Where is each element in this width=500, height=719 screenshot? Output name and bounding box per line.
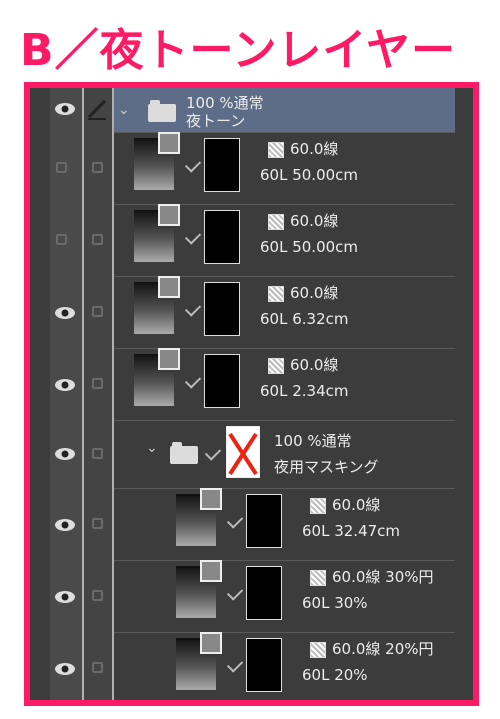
lock-toggle[interactable] <box>92 378 103 389</box>
tone-icon <box>310 498 326 514</box>
layer-info: 60L 50.00cm <box>260 166 359 184</box>
visibility-toggle[interactable] <box>56 162 67 173</box>
layer-row[interactable]: 60.0線 60L 6.32cm <box>114 276 455 349</box>
layer-info: 60L 30% <box>302 594 368 612</box>
page-title: B／夜トーンレイヤー <box>20 25 457 76</box>
layer-thumbnail <box>176 632 222 690</box>
chevron-down-icon[interactable]: ⌄ <box>118 102 130 118</box>
check-icon <box>226 656 244 673</box>
lock-toggle[interactable] <box>92 234 103 245</box>
eye-icon[interactable] <box>54 662 76 676</box>
layer-info: 60L 20% <box>302 666 368 684</box>
layer-tone: 60.0線 <box>332 496 381 514</box>
tone-icon <box>310 642 326 658</box>
lock-toggle[interactable] <box>92 448 103 459</box>
layer-thumbnail <box>176 488 222 546</box>
lock-toggle[interactable] <box>92 162 103 173</box>
layer-mask-thumbnail <box>204 354 240 408</box>
layer-row[interactable]: 60.0線 60L 50.00cm <box>114 132 455 205</box>
eye-icon[interactable] <box>54 518 76 532</box>
layer-tone: 60.0線 <box>290 356 339 374</box>
subfolder-mode: 100 %通常 <box>274 432 352 450</box>
check-icon <box>184 300 202 317</box>
cross-icon <box>226 426 260 478</box>
check-icon <box>226 512 244 529</box>
eye-icon[interactable] <box>54 306 76 320</box>
visibility-column <box>50 88 84 700</box>
subfolder-name: 夜用マスキング <box>274 458 379 476</box>
tone-icon <box>268 142 284 158</box>
layer-tone: 60.0線 <box>290 212 339 230</box>
lock-toggle[interactable] <box>92 306 103 317</box>
layer-row[interactable]: 60.0線 60L 32.47cm <box>114 488 455 561</box>
layer-mask-thumbnail <box>246 638 282 692</box>
tone-icon <box>310 570 326 586</box>
check-icon <box>204 444 222 461</box>
eye-icon[interactable] <box>54 590 76 604</box>
eye-icon[interactable] <box>54 447 76 461</box>
layer-row[interactable]: 60.0線 20%円 60L 20% <box>114 632 455 700</box>
layer-mask-thumbnail <box>246 566 282 620</box>
layer-row[interactable]: 60.0線 30%円 60L 30% <box>114 560 455 633</box>
chevron-down-icon[interactable]: ⌄ <box>146 440 158 456</box>
layer-info: 60L 6.32cm <box>260 310 349 328</box>
tone-icon <box>268 286 284 302</box>
check-icon <box>184 228 202 245</box>
layer-row[interactable]: 60.0線 60L 2.34cm <box>114 348 455 421</box>
layer-panel: ⌄ 100 %通常 夜トーン ⌄ 100 %通常 夜用マスキング 60.0線 60… <box>24 82 479 706</box>
layer-info: 60L 32.47cm <box>302 522 401 540</box>
tone-icon <box>268 358 284 374</box>
subfolder-row[interactable]: ⌄ 100 %通常 夜用マスキング <box>114 420 455 489</box>
layer-mask-thumbnail <box>204 138 240 192</box>
eye-icon[interactable] <box>54 378 76 392</box>
layer-thumbnail <box>134 204 180 262</box>
layer-tone: 60.0線 <box>290 284 339 302</box>
layer-info: 60L 2.34cm <box>260 382 349 400</box>
folder-icon <box>148 100 176 122</box>
layer-mask-thumbnail <box>204 210 240 264</box>
lock-toggle[interactable] <box>92 590 103 601</box>
layer-thumbnail <box>134 348 180 406</box>
tone-icon <box>268 214 284 230</box>
pen-icon[interactable] <box>86 98 108 120</box>
lock-column <box>84 88 114 700</box>
layer-mask-thumbnail <box>246 494 282 548</box>
folder-icon <box>170 442 198 464</box>
layer-mask-thumbnail <box>204 282 240 336</box>
layer-thumbnail <box>134 276 180 334</box>
layer-tone: 60.0線 <box>290 140 339 158</box>
eye-icon[interactable] <box>54 102 76 116</box>
visibility-toggle[interactable] <box>56 234 67 245</box>
layer-row[interactable]: 60.0線 60L 50.00cm <box>114 204 455 277</box>
lock-toggle[interactable] <box>92 662 103 673</box>
check-icon <box>184 156 202 173</box>
folder-name: 夜トーン <box>186 112 246 130</box>
layer-thumbnail <box>176 560 222 618</box>
layer-tone: 60.0線 30%円 <box>332 568 434 586</box>
layer-tone: 60.0線 20%円 <box>332 640 434 658</box>
layer-thumbnail <box>134 132 180 190</box>
layer-folder-row[interactable]: ⌄ 100 %通常 夜トーン <box>114 88 455 133</box>
lock-toggle[interactable] <box>92 518 103 529</box>
check-icon <box>184 372 202 389</box>
check-icon <box>226 584 244 601</box>
layer-info: 60L 50.00cm <box>260 238 359 256</box>
